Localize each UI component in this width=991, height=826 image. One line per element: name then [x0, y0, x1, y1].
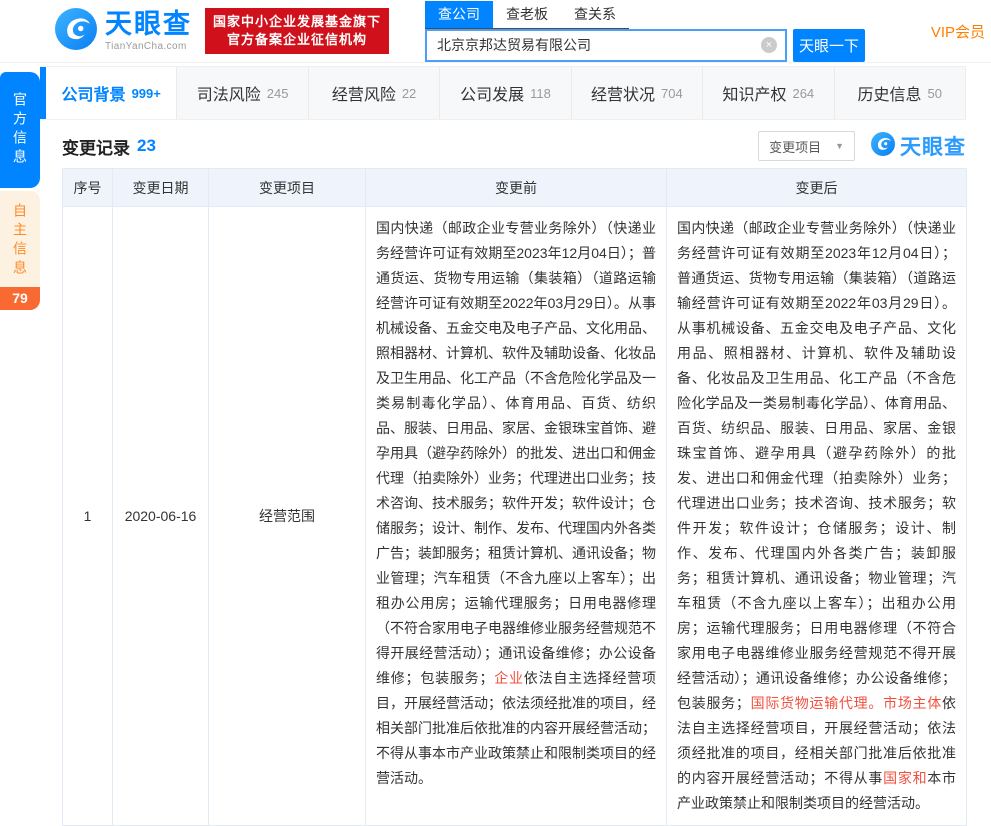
change-record-section: 变更记录 23 变更项目 ▼ 天眼查 序号 变更日期 变更项目 变更前 变更后 … — [62, 120, 967, 826]
side-tab-official-label: 官方信息 — [12, 92, 28, 168]
col-header-before: 变更前 — [365, 168, 667, 207]
nav-tab-judicial-risk[interactable]: 司法风险 245 — [177, 67, 309, 119]
gov-certification-badge: 国家中小企业发展基金旗下 官方备案企业征信机构 — [205, 8, 390, 54]
section-title: 变更记录 — [62, 138, 130, 158]
side-tab-self-count-badge: 79 — [0, 287, 40, 310]
side-tab-self-info[interactable]: 自主信息 79 — [0, 191, 40, 310]
floating-side-tabs: 官方信息 自主信息 79 — [0, 72, 40, 310]
col-header-change-item: 变更项目 — [208, 168, 366, 207]
nav-tab-company-background[interactable]: 公司背景 999+ — [46, 67, 178, 119]
search-tab-relation[interactable]: 查关系 — [561, 1, 629, 28]
chevron-down-icon: ▼ — [835, 141, 844, 151]
gov-badge-line2: 官方备案企业征信机构 — [227, 32, 368, 47]
search-input[interactable] — [427, 30, 786, 60]
search-tab-boss[interactable]: 查老板 — [493, 1, 561, 28]
side-tab-official-info[interactable]: 官方信息 — [0, 72, 40, 188]
nav-tab-intellectual-property[interactable]: 知识产权 264 — [703, 67, 835, 119]
cell-before-text: 国内快递（邮政企业专营业务除外）（快递业务经营许可证有效期至2023年12月04… — [365, 206, 667, 826]
company-nav-tabs: 公司背景 999+ 司法风险 245 经营风险 22 公司发展 118 经营状况… — [40, 66, 966, 120]
section-count: 23 — [137, 136, 156, 155]
search-area: 查公司 查老板 查关系 × 天眼一下 — [425, 0, 866, 62]
clear-search-icon[interactable]: × — [761, 37, 778, 53]
tianyancha-logo-icon — [55, 7, 97, 55]
cell-change-item: 经营范围 — [208, 206, 366, 826]
nav-tab-company-development[interactable]: 公司发展 118 — [440, 67, 572, 119]
cell-serial: 1 — [62, 206, 113, 826]
watermark-logo-icon — [871, 131, 895, 161]
nav-tab-history-info[interactable]: 历史信息 50 — [835, 67, 966, 119]
vip-member-link[interactable]: VIP会员 — [931, 21, 985, 42]
search-input-wrap: × — [425, 28, 788, 62]
search-button[interactable]: 天眼一下 — [793, 28, 866, 62]
watermark-text: 天眼查 — [900, 136, 966, 159]
change-record-table: 序号 变更日期 变更项目 变更前 变更后 1 2020-06-16 经营范围 国… — [62, 168, 967, 826]
table-header-row: 序号 变更日期 变更项目 变更前 变更后 — [62, 168, 967, 207]
col-header-change-date: 变更日期 — [112, 168, 209, 207]
nav-tab-operating-status[interactable]: 经营状况 704 — [572, 67, 704, 119]
gov-badge-line1: 国家中小企业发展基金旗下 — [213, 14, 382, 29]
change-item-filter-dropdown[interactable]: 变更项目 ▼ — [758, 131, 855, 161]
tianyancha-watermark: 天眼查 — [871, 131, 966, 161]
search-tabs: 查公司 查老板 查关系 — [425, 0, 630, 29]
logo-domain: TianYanCha.com — [105, 40, 187, 52]
side-tab-self-label: 自主信息 — [12, 203, 28, 279]
cell-after-text: 国内快递（邮政企业专营业务除外）（快递业务经营许可证有效期至2023年12月04… — [666, 206, 967, 826]
table-row: 1 2020-06-16 经营范围 国内快递（邮政企业专营业务除外）（快递业务经… — [62, 206, 967, 826]
col-header-after: 变更后 — [666, 168, 967, 207]
cell-change-date: 2020-06-16 — [112, 206, 209, 826]
tianyancha-logo[interactable]: 天眼查 TianYanCha.com — [55, 7, 192, 55]
col-header-serial: 序号 — [62, 168, 113, 207]
header: 天眼查 TianYanCha.com 国家中小企业发展基金旗下 官方备案企业征信… — [0, 0, 991, 63]
logo-text: 天眼查 — [105, 8, 192, 39]
search-tab-company[interactable]: 查公司 — [425, 0, 494, 28]
nav-tab-operating-risk[interactable]: 经营风险 22 — [309, 67, 441, 119]
